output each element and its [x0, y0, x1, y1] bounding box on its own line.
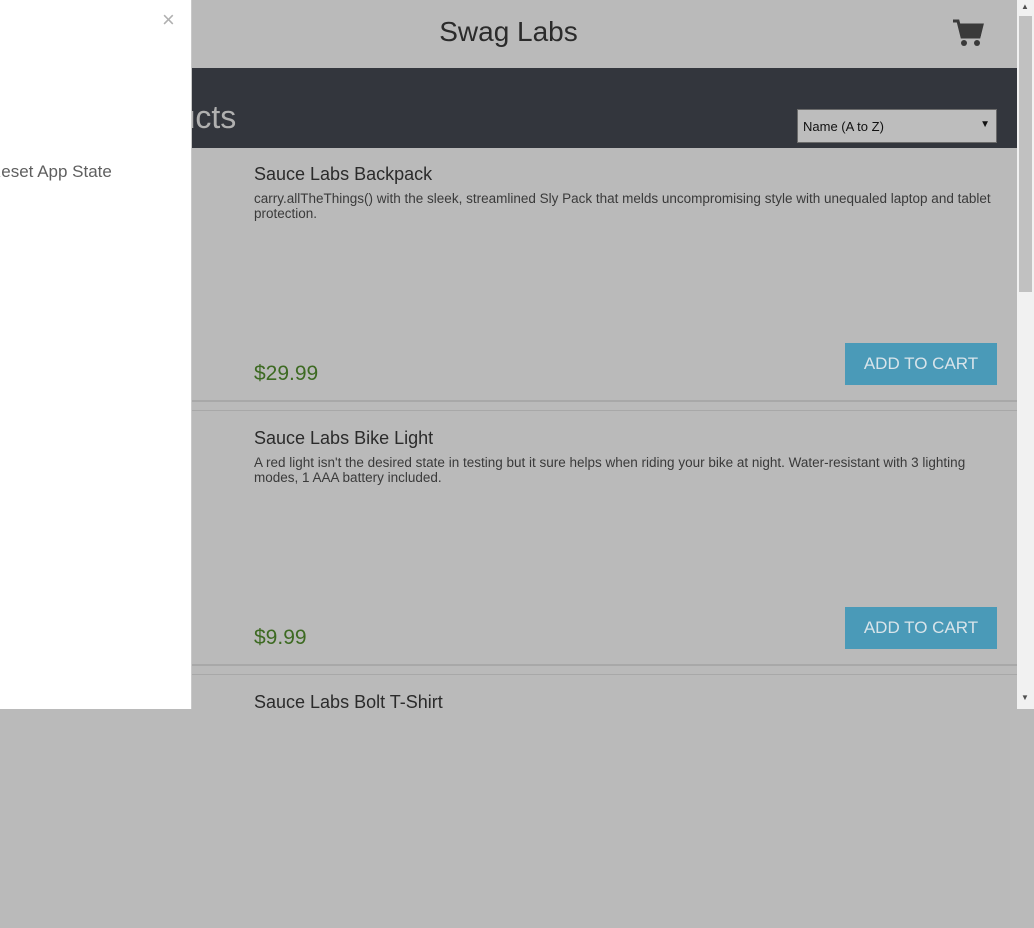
chevron-down-icon: ▼: [980, 119, 990, 130]
item-description: A red light isn't the desired state in t…: [254, 455, 966, 485]
scroll-down-icon[interactable]: ▼: [1021, 693, 1029, 702]
item-name[interactable]: Sauce Labs Bike Light: [254, 428, 433, 449]
sort-selected-value: Name (A to Z): [803, 119, 884, 134]
divider: [190, 674, 1017, 675]
scrollbar[interactable]: ▲ ▼: [1017, 0, 1034, 709]
item-price: $9.99: [254, 626, 307, 649]
sort-select[interactable]: Name (A to Z) ▼: [797, 109, 997, 143]
cart-icon[interactable]: [952, 18, 984, 48]
close-icon[interactable]: ×: [162, 8, 175, 32]
inventory-item: Sauce Labs Bolt T-Shirt: [190, 676, 1017, 928]
item-name[interactable]: Sauce Labs Backpack: [254, 164, 432, 185]
inventory-item: Sauce Labs Bike Light A red light isn't …: [190, 412, 1017, 666]
scrollbar-thumb[interactable]: [1019, 16, 1032, 292]
add-to-cart-button[interactable]: ADD TO CART: [845, 343, 997, 385]
menu-item-reset-app-state[interactable]: Reset App State: [0, 162, 112, 182]
scroll-up-icon[interactable]: ▲: [1021, 2, 1029, 11]
divider: [190, 410, 1017, 411]
item-description: carry.allTheThings() with the sleek, str…: [254, 191, 991, 221]
item-price: $29.99: [254, 362, 319, 385]
item-name[interactable]: Sauce Labs Bolt T-Shirt: [254, 692, 443, 713]
inventory-item: Sauce Labs Backpack carry.allTheThings()…: [190, 148, 1017, 402]
add-to-cart-button[interactable]: ADD TO CART: [845, 607, 997, 649]
side-menu: × Reset App State: [0, 0, 192, 709]
